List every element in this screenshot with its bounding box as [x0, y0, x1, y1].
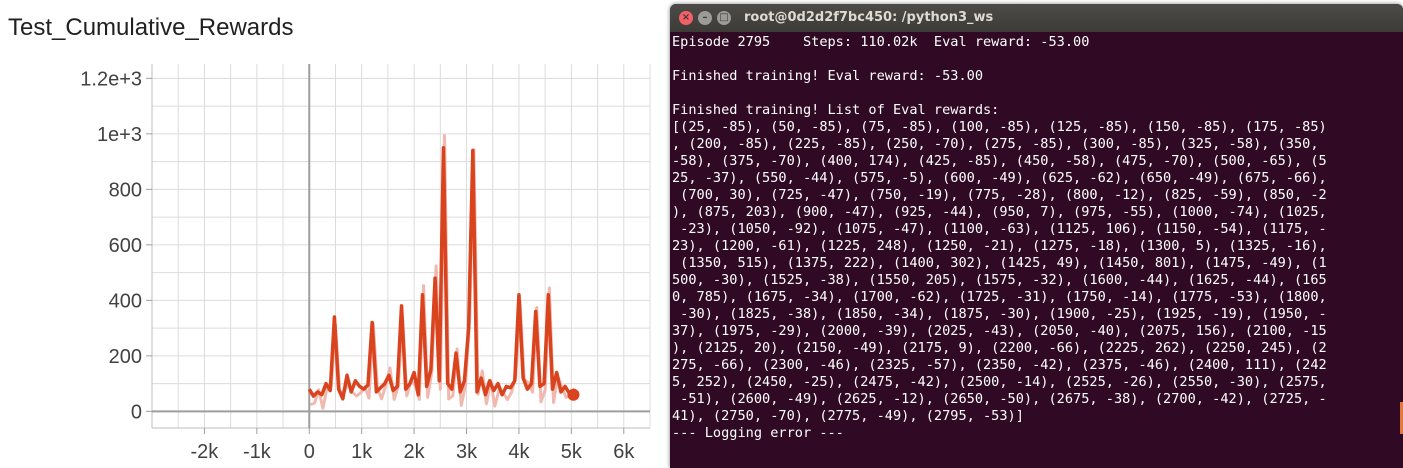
minimize-button[interactable]: –	[698, 11, 712, 25]
terminal-line: ), (2125, 20), (2150, -49), (2175, 9), (…	[672, 340, 1327, 356]
y-tick-label: 1.2e+3	[80, 68, 142, 90]
terminal-line: 25, -37), (550, -44), (575, -5), (600, -…	[672, 170, 1327, 186]
terminal-line: 23), (1200, -61), (1225, 248), (1250, -2…	[672, 238, 1327, 254]
x-tick-label: 2k	[404, 441, 426, 463]
terminal-line: 5, 252), (2450, -25), (2475, -42), (2500…	[672, 374, 1327, 390]
terminal-line: Finished training! Eval reward: -53.00	[672, 68, 983, 84]
terminal-line: -30), (1825, -38), (1850, -34), (1875, -…	[672, 306, 1327, 322]
chart-series	[307, 134, 580, 410]
maximize-button[interactable]: □	[717, 11, 731, 25]
y-tick-label: 0	[131, 401, 142, 423]
chart-title: Test_Cumulative_Rewards	[8, 14, 294, 41]
reward-chart: 0 200 400 600 800 1e+3 1.2e+3 -2k -1k 0 1k 2k 3k 4k 5k…	[80, 64, 651, 463]
terminal-line: --- Logging error ---	[672, 425, 844, 441]
chart-axes	[151, 64, 650, 429]
terminal-line: Finished training! List of Eval rewards:	[672, 102, 1000, 118]
x-tick-label: 1k	[351, 441, 373, 463]
terminal-output[interactable]: Episode 2795 Steps: 110.02k Eval reward:…	[672, 34, 1389, 468]
x-tick-label: -1k	[243, 441, 272, 463]
terminal-line: ), (875, 203), (900, -47), (925, -44), (…	[672, 204, 1327, 220]
terminal-line: 275, -66), (2300, -46), (2325, -57), (23…	[672, 357, 1327, 373]
close-icon: ×	[681, 12, 691, 23]
x-tick-label: 6k	[613, 441, 635, 463]
window-title: root@0d2d2f7bc450: /python3_ws	[744, 10, 994, 25]
y-tick-label: 600	[109, 235, 142, 257]
x-tick-label: -2k	[191, 441, 220, 463]
minimize-icon: –	[702, 12, 708, 23]
terminal-line: , (200, -85), (225, -85), (250, -70), (2…	[672, 136, 1319, 152]
x-tick-label: 3k	[456, 441, 478, 463]
terminal-line: Episode 2795 Steps: 110.02k Eval reward:…	[672, 34, 1090, 50]
terminal-titlebar[interactable]: × – □ root@0d2d2f7bc450: /python3_ws	[670, 4, 1403, 32]
chart-tick-labels: 0 200 400 600 800 1e+3 1.2e+3 -2k -1k 0 1k 2k 3k 4k 5k…	[80, 68, 635, 463]
y-tick-label: 200	[109, 346, 142, 368]
chart-panel: 0 200 400 600 800 1e+3 1.2e+3 -2k -1k 0 1k 2k 3k 4k 5k…	[0, 0, 670, 468]
terminal-line: -23), (1050, -92), (1075, -47), (1100, -…	[672, 221, 1327, 237]
terminal-line: 37), (1975, -29), (2000, -39), (2025, -4…	[672, 323, 1327, 339]
terminal-line: -51), (2600, -49), (2625, -12), (2650, -…	[672, 391, 1327, 407]
maximize-icon: □	[719, 12, 729, 23]
last-point-marker	[567, 388, 580, 401]
x-tick-label: 5k	[561, 441, 583, 463]
x-tick-label: 0	[304, 441, 315, 463]
terminal-line: 500, -30), (1525, -38), (1550, 205), (15…	[672, 272, 1327, 288]
terminal-line: -58), (375, -70), (400, 174), (425, -85)…	[672, 153, 1327, 169]
terminal-line: 41), (2750, -70), (2775, -49), (2795, -5…	[672, 408, 1024, 424]
y-tick-label: 800	[109, 179, 142, 201]
terminal-line: (700, 30), (725, -47), (750, -19), (775,…	[672, 187, 1327, 203]
terminal-window[interactable]: × – □ root@0d2d2f7bc450: /python3_ws Epi…	[670, 4, 1403, 468]
y-tick-label: 400	[109, 290, 142, 312]
x-tick-label: 4k	[508, 441, 530, 463]
terminal-line: 0, 785), (1675, -34), (1700, -62), (1725…	[672, 289, 1327, 305]
y-tick-label: 1e+3	[97, 124, 142, 146]
terminal-line: (1350, 515), (1375, 222), (1400, 302), (…	[672, 255, 1327, 271]
smoothed-series-line	[307, 145, 575, 401]
terminal-line: [(25, -85), (50, -85), (75, -85), (100, …	[672, 119, 1327, 135]
close-button[interactable]: ×	[679, 11, 693, 25]
chart-grid	[152, 64, 651, 428]
